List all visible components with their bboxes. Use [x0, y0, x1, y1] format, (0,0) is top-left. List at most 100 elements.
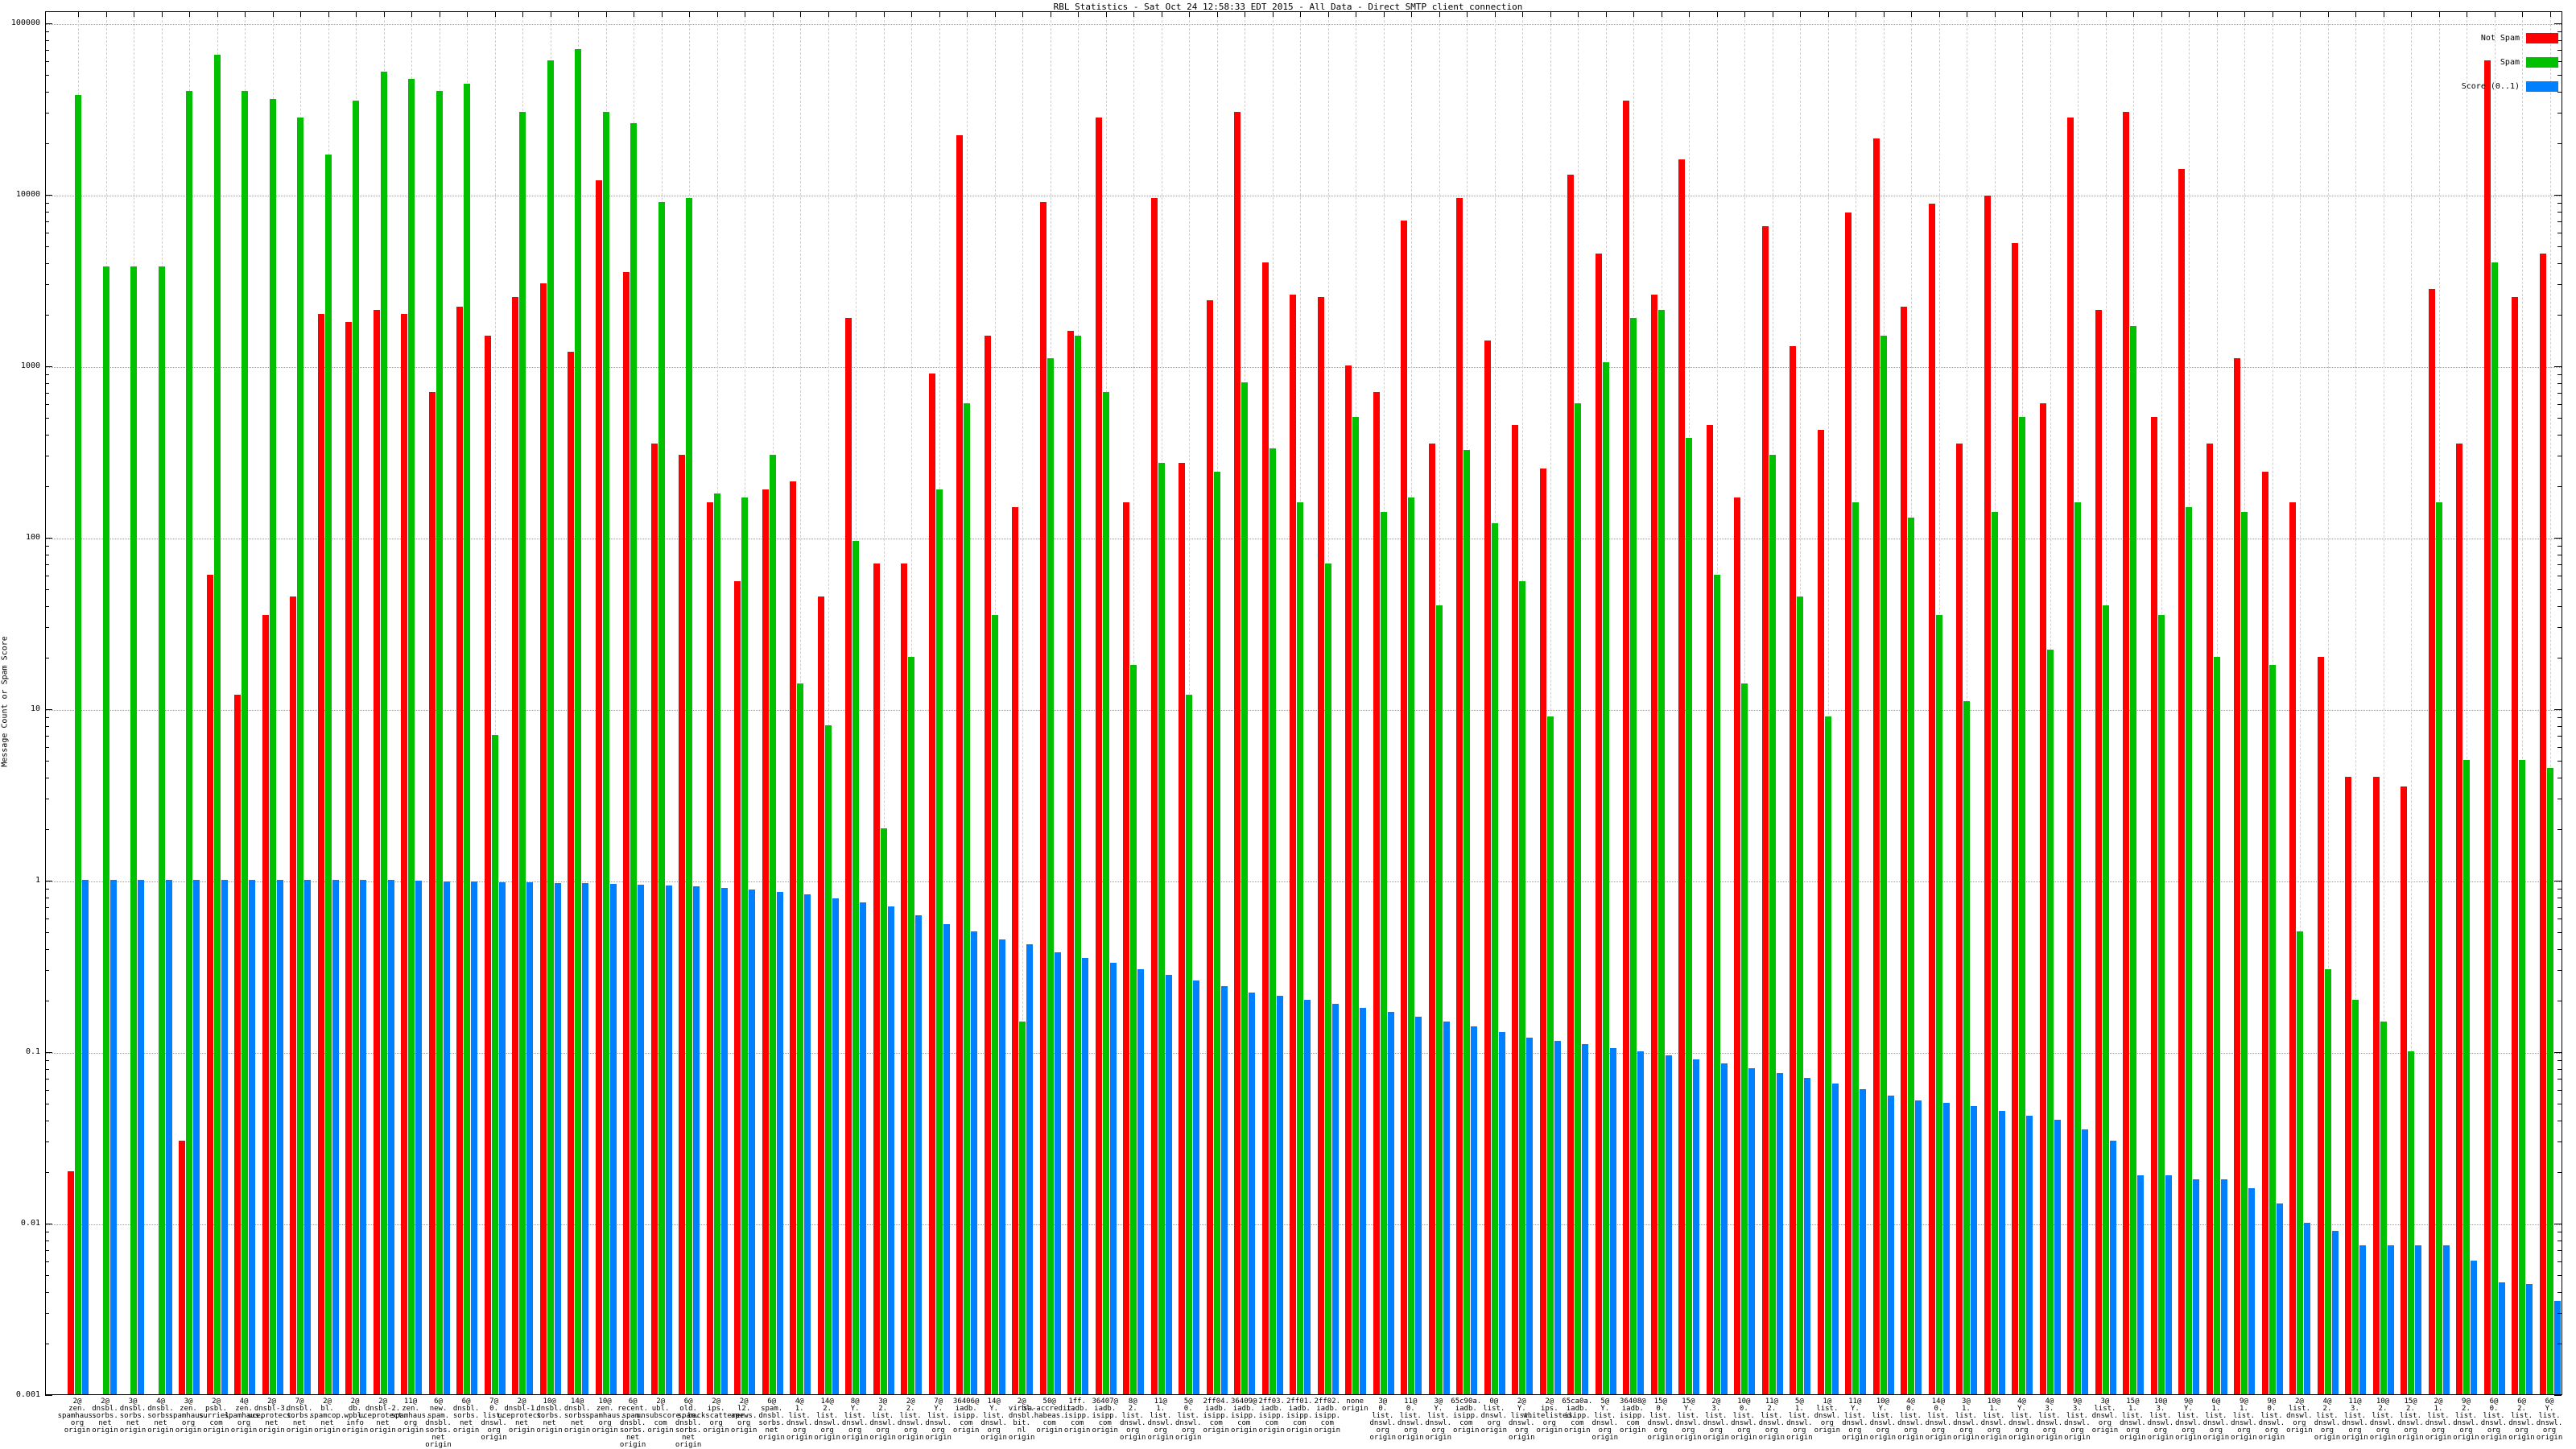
- bar-spam: [2352, 999, 2359, 1394]
- bar-spam: [964, 403, 971, 1394]
- x-tick-top: [1800, 12, 1802, 17]
- y-minor-tick-right: [2557, 262, 2562, 264]
- bar-spam: [297, 117, 304, 1394]
- bar-not-spam: [1623, 101, 1630, 1394]
- y-minor-tick-right: [2557, 1068, 2562, 1070]
- bar-score: [609, 883, 617, 1394]
- bar-not-spam: [1123, 502, 1130, 1394]
- y-minor-tick-left: [45, 314, 49, 316]
- x-tick-top: [1605, 12, 1607, 17]
- bar-score: [2331, 1230, 2339, 1394]
- bar-not-spam: [401, 313, 408, 1394]
- x-tick-top: [967, 12, 968, 17]
- bar-spam: [1852, 502, 1860, 1394]
- bar-spam: [1130, 664, 1137, 1394]
- y-tick-label: 100000: [10, 19, 40, 27]
- bar-spam: [2186, 506, 2193, 1394]
- bar-spam: [1769, 455, 1776, 1394]
- y-major-tick-right: [2554, 195, 2562, 196]
- x-tick-top: [411, 12, 413, 17]
- bar-score: [1415, 1016, 1422, 1394]
- bar-spam: [1408, 497, 1415, 1394]
- x-tick-top: [2133, 12, 2135, 17]
- bar-spam: [408, 78, 415, 1394]
- bar-not-spam: [206, 575, 213, 1394]
- bar-spam: [991, 615, 998, 1394]
- bar-not-spam: [1373, 392, 1380, 1394]
- y-minor-tick-left: [45, 716, 49, 718]
- bar-score: [720, 887, 728, 1394]
- bar-spam: [686, 197, 693, 1394]
- bar-not-spam: [1901, 307, 1908, 1394]
- y-minor-tick-left: [45, 605, 49, 607]
- x-tick-top: [1467, 12, 1468, 17]
- bar-spam: [2408, 1051, 2415, 1394]
- y-minor-tick-right: [2557, 246, 2562, 248]
- bar-not-spam: [1539, 469, 1546, 1394]
- bar-score: [221, 880, 228, 1394]
- bar-score: [1276, 996, 1283, 1394]
- bar-score: [860, 902, 867, 1394]
- x-tick-top: [78, 12, 79, 17]
- bar-not-spam: [1872, 138, 1880, 1394]
- rbl-statistics-chart: RBL Statistics - Sat Oct 24 12:58:33 EDT…: [0, 0, 2576, 1449]
- bar-spam: [213, 54, 221, 1394]
- bar-not-spam: [1790, 345, 1797, 1394]
- x-tick-top: [356, 12, 357, 17]
- bar-score: [1693, 1059, 1700, 1394]
- bar-spam: [1741, 683, 1748, 1394]
- bar-score: [1443, 1021, 1450, 1394]
- bar-score: [1665, 1055, 1672, 1394]
- y-minor-tick-right: [2557, 747, 2562, 749]
- bar-spam: [1241, 382, 1249, 1394]
- bar-not-spam: [428, 392, 436, 1394]
- x-tick-top: [2355, 12, 2357, 17]
- x-tick-top: [772, 12, 774, 17]
- bar-not-spam: [2401, 786, 2408, 1394]
- y-minor-tick-left: [45, 906, 49, 908]
- bar-score: [582, 882, 589, 1394]
- bar-spam: [130, 266, 137, 1394]
- bar-score: [1498, 1031, 1505, 1394]
- legend: Not Spam Spam Score (0..1): [2462, 32, 2558, 105]
- bar-spam: [880, 828, 887, 1394]
- bar-score: [1471, 1026, 1478, 1394]
- bar-not-spam: [539, 283, 547, 1394]
- bar-score: [443, 881, 450, 1394]
- legend-label-not-spam: Not Spam: [2480, 33, 2520, 43]
- bar-not-spam: [1456, 197, 1463, 1394]
- y-minor-tick-left: [45, 39, 49, 41]
- y-tick-label: 1: [35, 876, 40, 885]
- x-tick-top: [217, 12, 218, 17]
- y-minor-tick-left: [45, 485, 49, 487]
- y-major-tick-left: [45, 23, 52, 24]
- bar-spam: [658, 201, 665, 1394]
- bar-score: [1220, 986, 1228, 1394]
- bar-not-spam: [1012, 506, 1019, 1394]
- x-tick-top: [1578, 12, 1579, 17]
- bar-not-spam: [2289, 502, 2297, 1394]
- bar-score: [1331, 1003, 1339, 1394]
- y-axis-label: Message Count or Spam Score: [0, 636, 10, 767]
- bar-score: [665, 885, 672, 1394]
- bar-score: [304, 880, 312, 1394]
- y-minor-tick-right: [2557, 284, 2562, 286]
- y-minor-tick-right: [2557, 1171, 2562, 1173]
- bar-not-spam: [1956, 444, 1963, 1394]
- bar-not-spam: [2012, 242, 2019, 1394]
- bar-spam: [2380, 1021, 2387, 1394]
- y-minor-tick-right: [2557, 374, 2562, 375]
- bar-spam: [519, 112, 526, 1394]
- bar-not-spam: [2456, 444, 2463, 1394]
- bar-not-spam: [68, 1170, 74, 1394]
- y-minor-tick-right: [2557, 970, 2562, 972]
- bar-score: [1082, 958, 1089, 1394]
- bar-not-spam: [1317, 297, 1324, 1394]
- bar-not-spam: [234, 695, 242, 1394]
- y-major-tick-right: [2554, 538, 2562, 539]
- bar-not-spam: [568, 352, 575, 1394]
- bar-spam: [935, 489, 943, 1394]
- bar-score: [2304, 1223, 2311, 1394]
- bar-not-spam: [2095, 310, 2102, 1394]
- bar-not-spam: [345, 321, 353, 1394]
